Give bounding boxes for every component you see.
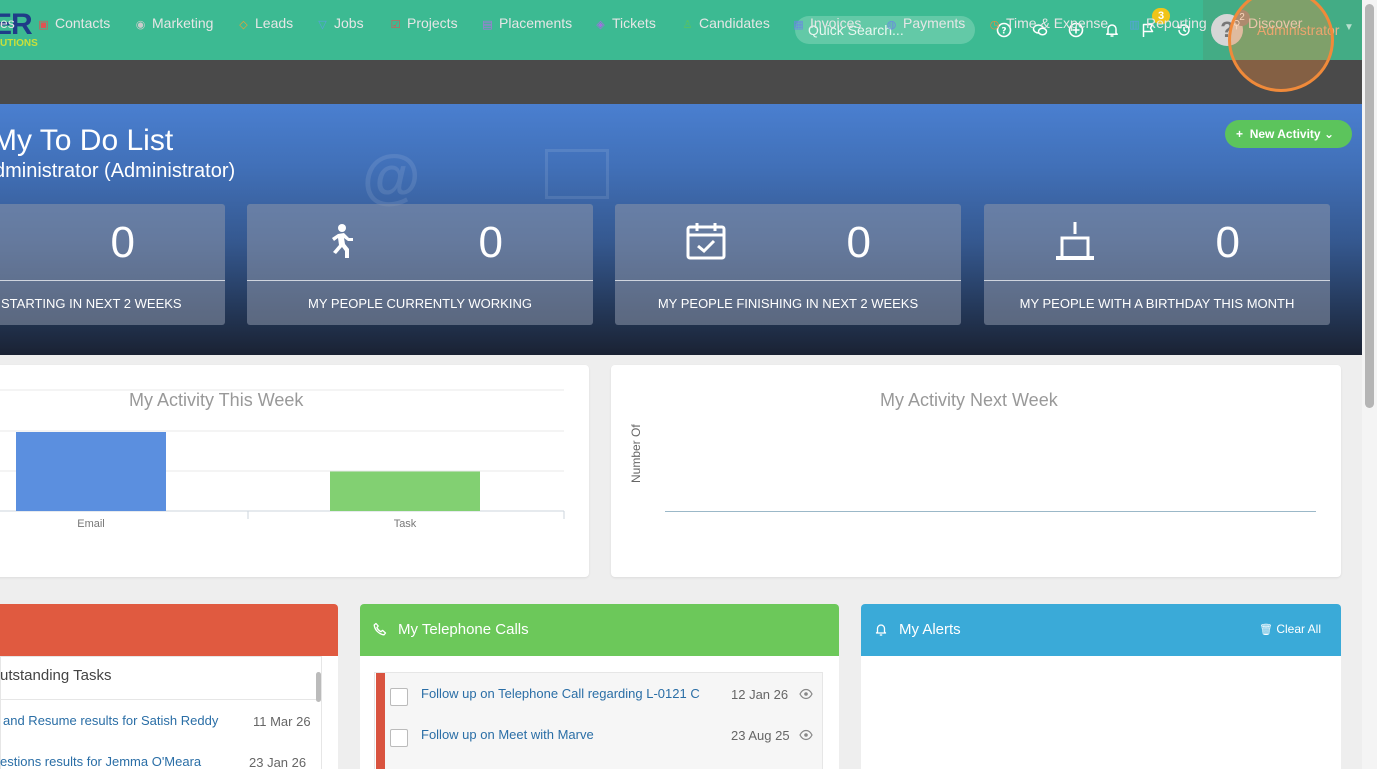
candidates-icon: ♙ — [682, 19, 693, 31]
call-checkbox[interactable] — [390, 729, 408, 747]
marketing-icon: ◉ — [135, 19, 146, 31]
nav-item-placements[interactable]: ▤ Placements — [482, 15, 572, 31]
page-subtitle: dministrator (Administrator) — [0, 160, 236, 182]
birthday-cake-icon — [1056, 222, 1094, 260]
call-item[interactable] — [376, 755, 822, 769]
call-link[interactable]: Follow up on Meet with Marve — [421, 727, 594, 742]
stat-label: MY PEOPLE FINISHING IN NEXT 2 WEEKS — [657, 296, 919, 311]
activity-this-week-chart: Email Task — [0, 389, 565, 530]
bar-task[interactable] — [330, 471, 480, 512]
search-icon: ⚲ — [1232, 19, 1241, 31]
nav-item-jobs[interactable]: ▽ Jobs — [317, 15, 363, 31]
priority-bar — [376, 673, 385, 714]
priority-bar — [376, 714, 385, 755]
activity-next-week-panel: My Activity Next Week Number Of — [611, 365, 1341, 577]
contacts-icon: ▣ — [38, 19, 49, 31]
jobs-icon: ▽ — [318, 19, 327, 31]
tasks-scrollbar[interactable] — [316, 672, 321, 702]
calendar-decoration — [545, 149, 609, 199]
call-item[interactable]: Follow up on Meet with Marve 23 Aug 25 — [376, 714, 822, 755]
stat-value: 0 — [478, 218, 503, 267]
activity-this-week-panel: My Activity This Week Email Task — [0, 365, 589, 577]
task-date: 11 Mar 26 — [253, 714, 311, 729]
stat-card-starting[interactable]: 0 STARTING IN NEXT 2 WEEKS — [0, 204, 225, 325]
chevron-down-icon[interactable]: ▼ — [1344, 22, 1354, 33]
nav-item-marketing[interactable]: ◉ Marketing — [135, 15, 214, 31]
alerts-widget-header: My Alerts 🗑 Clear All — [861, 604, 1341, 656]
alerts-widget: My Alerts 🗑 Clear All — [861, 604, 1341, 769]
tasks-widget-header — [0, 604, 338, 656]
time-icon: ◷ — [989, 19, 1000, 31]
nav-item-candidates[interactable]: ♙ Candidates — [682, 15, 770, 31]
nav-item-discover[interactable]: ⚲ Discover — [1231, 15, 1302, 31]
x-tick-label: Email — [77, 518, 105, 530]
tickets-icon: ◈ — [596, 19, 605, 31]
stat-card-birthday[interactable]: 0 MY PEOPLE WITH A BIRTHDAY THIS MONTH — [984, 204, 1330, 325]
stat-value: 0 — [110, 218, 135, 267]
call-link[interactable]: Follow up on Telephone Call regarding L-… — [421, 686, 700, 701]
nav-item-leads[interactable]: ◇ Leads — [238, 15, 293, 31]
alerts-widget-title: My Alerts — [899, 621, 961, 638]
x-tick-label: Task — [394, 518, 417, 530]
calls-widget-title: My Telephone Calls — [398, 621, 529, 638]
outstanding-tasks-heading: utstanding Tasks — [0, 667, 112, 684]
call-date: 23 Aug 25 — [731, 728, 790, 743]
nav-item-partial[interactable]: es — [0, 15, 15, 31]
main-nav — [0, 60, 1362, 104]
nav-item-reporting[interactable]: ▥ Reporting — [1129, 15, 1206, 31]
priority-bar — [376, 755, 385, 769]
tasks-widget — [0, 604, 338, 769]
clear-all-button[interactable]: 🗑 Clear All — [1259, 622, 1321, 636]
todo-hero: @ My To Do List dministrator (Administra… — [0, 104, 1362, 355]
nav-item-tickets[interactable]: ◈ Tickets — [595, 15, 656, 31]
stat-label: STARTING IN NEXT 2 WEEKS — [1, 296, 182, 311]
at-sign-decoration: @ — [362, 143, 421, 210]
chart-title: My Activity Next Week — [880, 390, 1058, 410]
nav-item-payments[interactable]: ◍ Payments — [886, 15, 966, 31]
page-scrollbar-thumb[interactable] — [1365, 4, 1374, 408]
reporting-icon: ▥ — [1129, 19, 1140, 31]
phone-icon — [373, 622, 387, 636]
logo-subtext: UTIONS — [0, 38, 38, 49]
task-link[interactable]: and Resume results for Satish Reddy — [3, 713, 218, 728]
bell-icon — [875, 624, 887, 636]
bar-email[interactable] — [16, 432, 166, 511]
task-date: 23 Jan 26 — [249, 755, 307, 769]
placements-icon: ▤ — [482, 19, 493, 31]
chart-ylabel: Number Of — [629, 424, 643, 483]
nav-item-time-expense[interactable]: ◷ Time & Expense — [989, 15, 1109, 31]
stat-card-finishing[interactable]: 0 MY PEOPLE FINISHING IN NEXT 2 WEEKS — [615, 204, 961, 325]
stat-card-working[interactable]: 0 MY PEOPLE CURRENTLY WORKING — [247, 204, 593, 325]
projects-icon: ☑ — [390, 19, 401, 31]
invoices-icon: ▦ — [793, 19, 804, 31]
nav-item-contacts[interactable]: ▣ Contacts — [38, 15, 110, 31]
stat-value: 0 — [846, 218, 871, 267]
chart-baseline — [665, 511, 1316, 512]
stat-label: MY PEOPLE WITH A BIRTHDAY THIS MONTH — [1019, 296, 1295, 311]
stat-value: 0 — [1215, 218, 1240, 267]
eye-icon[interactable] — [799, 688, 813, 700]
page-title: My To Do List — [0, 124, 174, 157]
task-link[interactable]: estions results for Jemma O'Meara — [0, 754, 201, 769]
calendar-check-icon — [686, 223, 726, 260]
new-activity-button[interactable]: + New Activity ⌄ — [1225, 120, 1352, 148]
stat-label: MY PEOPLE CURRENTLY WORKING — [308, 296, 532, 311]
eye-icon[interactable] — [799, 729, 813, 741]
payments-icon: ◍ — [886, 19, 897, 31]
leads-icon: ◇ — [239, 19, 248, 31]
calls-widget-header: My Telephone Calls — [360, 604, 839, 656]
call-checkbox[interactable] — [390, 688, 408, 706]
nav-item-projects[interactable]: ☑ Projects — [390, 15, 458, 31]
call-date: 12 Jan 26 — [731, 687, 789, 702]
nav-item-invoices[interactable]: ▦ Invoices — [793, 15, 861, 31]
trash-icon: 🗑 — [1259, 624, 1273, 636]
running-person-icon — [332, 224, 353, 258]
call-item[interactable]: Follow up on Telephone Call regarding L-… — [376, 673, 822, 714]
